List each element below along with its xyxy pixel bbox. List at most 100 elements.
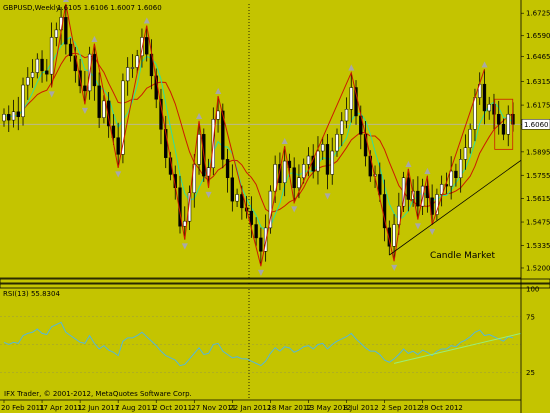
bull-candle bbox=[349, 87, 353, 110]
bear-candle bbox=[416, 190, 420, 207]
panel-divider[interactable] bbox=[0, 278, 550, 284]
fractal-down-icon: ▼ bbox=[258, 268, 265, 277]
rsi-tick-label: 25 bbox=[526, 369, 535, 377]
bull-candle bbox=[30, 72, 35, 78]
fractal-up-icon: ▲ bbox=[424, 166, 431, 175]
time-tick-label: 28 Oct 2012 bbox=[420, 404, 463, 412]
bear-candle bbox=[378, 174, 382, 195]
fractal-down-icon: ▼ bbox=[391, 263, 398, 272]
rsi-tick-label: 75 bbox=[526, 313, 535, 321]
fractal-down-icon: ▼ bbox=[82, 106, 89, 115]
bull-candle bbox=[487, 103, 491, 112]
bear-candle bbox=[225, 159, 230, 179]
bear-candle bbox=[16, 111, 20, 118]
bull-candle bbox=[235, 194, 239, 202]
bear-candle bbox=[64, 17, 68, 45]
price-tick-label: 1.6315 bbox=[526, 78, 550, 86]
chart-window[interactable]: ▼ ▲ ▼ ▲ ▼ ▲ ▼ ▲ ▼ ▲ ▼ ▲ ▼ ▼ ▲ ▼ ▲ ▼ ▲ ▼ ▲ 1.6725 1.6590 1.6465… bbox=[0, 0, 550, 413]
fractal-up-icon: ▲ bbox=[405, 159, 412, 168]
bear-candle bbox=[45, 70, 49, 75]
bear-candle bbox=[259, 237, 263, 252]
fractal-down-icon: ▼ bbox=[415, 222, 422, 231]
bull-candle bbox=[282, 160, 287, 184]
fractal-up-icon: ▲ bbox=[196, 111, 203, 120]
fractal-down-icon: ▼ bbox=[206, 190, 213, 199]
fractal-up-icon: ▲ bbox=[282, 136, 289, 145]
bear-candle bbox=[97, 85, 101, 118]
fractal-down-icon: ▼ bbox=[324, 191, 331, 200]
fractal-down-icon: ▼ bbox=[182, 242, 189, 251]
bull-candle bbox=[321, 144, 325, 152]
bear-candle bbox=[292, 167, 296, 189]
bull-candle bbox=[2, 114, 6, 122]
bull-candle bbox=[11, 111, 16, 121]
fractal-down-icon: ▼ bbox=[49, 90, 56, 99]
price-tick-label: 1.5200 bbox=[526, 264, 550, 272]
time-tick-label: 2 Oct 2011 bbox=[153, 404, 192, 412]
bull-candle bbox=[449, 170, 453, 187]
time-tick-label: 22 Jan 2012 bbox=[229, 404, 271, 412]
copyright-text: IFX Trader, © 2001-2012, MetaQuotes Soft… bbox=[4, 390, 192, 398]
bull-candle bbox=[306, 155, 311, 165]
bear-candle bbox=[68, 43, 73, 57]
fractal-up-icon: ▲ bbox=[481, 59, 488, 68]
bear-candle bbox=[406, 177, 411, 200]
bear-candle bbox=[7, 114, 11, 121]
bear-candle bbox=[92, 53, 97, 87]
rsi-title: RSI(13) 55.8304 bbox=[3, 290, 60, 298]
bull-candle bbox=[216, 110, 220, 120]
watermark-text: Candle Market bbox=[430, 251, 496, 261]
chart-title: GBPUSD,Weekly bbox=[3, 4, 60, 12]
bull-candle bbox=[183, 220, 187, 227]
rsi-tick-label: 100 bbox=[526, 286, 539, 294]
fractal-down-icon: ▼ bbox=[429, 227, 436, 236]
price-tick-label: 1.6590 bbox=[526, 32, 550, 40]
bear-candle bbox=[145, 37, 149, 55]
bull-candle bbox=[102, 100, 106, 118]
fractal-down-icon: ▼ bbox=[291, 205, 298, 214]
fractal-up-icon: ▲ bbox=[91, 34, 98, 43]
bull-candle bbox=[21, 84, 25, 118]
bear-candle bbox=[254, 224, 258, 239]
bull-candle bbox=[392, 224, 396, 247]
fractal-down-icon: ▼ bbox=[115, 170, 122, 179]
ohlc-readout: 1.6105 1.6106 1.6007 1.6060 bbox=[57, 4, 162, 12]
bear-candle bbox=[501, 124, 506, 135]
bull-candle bbox=[340, 120, 344, 135]
bear-candle bbox=[325, 144, 330, 175]
last-price-label: 1.6060 bbox=[524, 121, 549, 129]
time-tick-label: 2 Sep 2012 bbox=[382, 404, 422, 412]
fractal-up-icon: ▲ bbox=[144, 16, 151, 25]
bull-candle bbox=[458, 159, 463, 179]
bear-candle bbox=[83, 85, 87, 92]
bear-candle bbox=[497, 114, 501, 125]
bear-candle bbox=[40, 58, 44, 72]
time-tick-label: 8 Jul 2012 bbox=[344, 404, 379, 412]
bull-candle bbox=[126, 67, 130, 82]
bull-candle bbox=[330, 150, 334, 175]
price-tick-label: 1.5475 bbox=[526, 219, 550, 227]
bull-candle bbox=[335, 134, 339, 152]
panel-divider[interactable] bbox=[0, 283, 550, 289]
time-tick-label: 20 Feb 2011 bbox=[1, 404, 45, 412]
bull-candle bbox=[130, 67, 135, 69]
bull-candle bbox=[506, 114, 510, 135]
time-tick-label: 7 Aug 2011 bbox=[115, 404, 155, 412]
price-tick-label: 1.6175 bbox=[526, 102, 550, 110]
bear-candle bbox=[230, 177, 235, 202]
price-tick-label: 1.6725 bbox=[526, 10, 550, 18]
fractal-up-icon: ▲ bbox=[215, 86, 222, 95]
bear-candle bbox=[482, 83, 487, 112]
price-tick-label: 1.6465 bbox=[526, 53, 550, 61]
price-tick-label: 1.5615 bbox=[526, 195, 550, 203]
bull-candle bbox=[302, 164, 306, 179]
time-tick-label: 12 Jun 2011 bbox=[77, 404, 119, 412]
bull-candle bbox=[344, 109, 349, 122]
fractal-up-icon: ▲ bbox=[63, 0, 70, 3]
bull-candle bbox=[316, 150, 320, 172]
fractal-up-icon: ▲ bbox=[348, 63, 355, 72]
price-tick-label: 1.5755 bbox=[526, 172, 550, 180]
bull-candle bbox=[473, 97, 477, 130]
bull-candle bbox=[197, 134, 201, 165]
bull-candle bbox=[35, 58, 39, 73]
